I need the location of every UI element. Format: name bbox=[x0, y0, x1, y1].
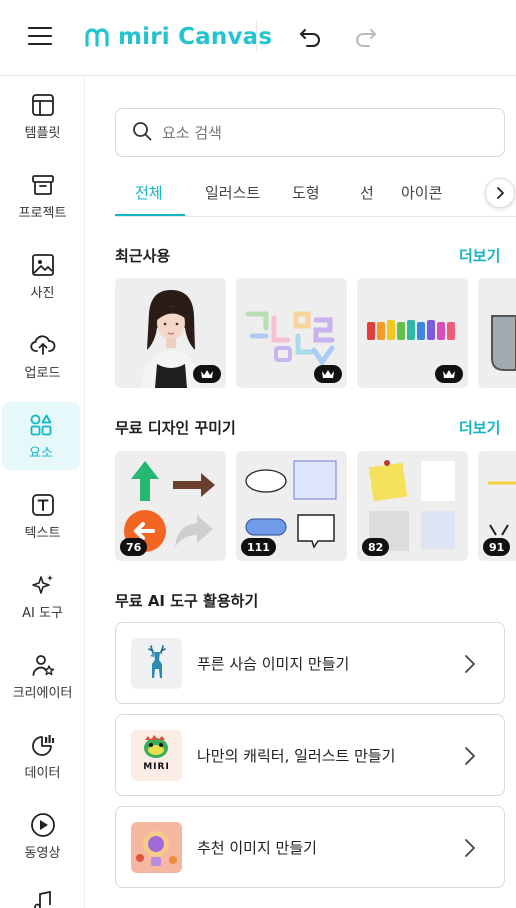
sidebar-item-label: 사진 bbox=[30, 285, 55, 301]
undo-icon[interactable] bbox=[297, 24, 325, 50]
free-design-item-partial[interactable]: 91 bbox=[478, 451, 516, 561]
hamburger-icon[interactable] bbox=[28, 27, 52, 47]
chart-icon bbox=[30, 732, 56, 758]
redo-icon[interactable] bbox=[351, 24, 379, 50]
crown-icon bbox=[443, 370, 455, 378]
cloud-upload-icon bbox=[29, 332, 56, 358]
ai-tool-recommended-image[interactable]: 추천 이미지 만들기 bbox=[115, 806, 505, 888]
sidebar-item-video[interactable]: 동영상 bbox=[0, 800, 85, 872]
logo-text: miri Canvas bbox=[118, 24, 273, 50]
ai-thumb-brand-text: MIRI bbox=[143, 762, 170, 772]
premium-crown-badge bbox=[314, 365, 342, 383]
ai-tool-character-illustration[interactable]: MIRI 나만의 캐릭터, 일러스트 만들기 bbox=[115, 714, 505, 796]
free-design-item-speech-bubbles[interactable]: 111 bbox=[236, 451, 347, 561]
more-link-recent[interactable]: 더보기 bbox=[459, 245, 500, 266]
ai-thumb-lightbulb bbox=[131, 822, 182, 873]
sidebar-item-label: 텍스트 bbox=[24, 525, 61, 541]
ai-tool-label: 추천 이미지 만들기 bbox=[197, 839, 317, 857]
logo[interactable]: miri Canvas bbox=[84, 22, 272, 52]
free-design-item-arrows[interactable]: 76 bbox=[115, 451, 226, 561]
sidebar-item-template[interactable]: 템플릿 bbox=[0, 80, 85, 152]
chevron-right-icon bbox=[497, 187, 504, 199]
tab-illustration[interactable]: 일러스트 bbox=[205, 182, 260, 203]
elements-panel: 전체 일러스트 도형 선 아이콘 최근사용 더보기 bbox=[85, 76, 516, 908]
sidebar-item-ai-tools[interactable]: AI 도구 bbox=[0, 560, 85, 632]
item-count-badge: 82 bbox=[362, 538, 390, 556]
logo-m-mark bbox=[85, 28, 109, 47]
sidebar-item-label: 동영상 bbox=[24, 845, 61, 861]
shapes-icon bbox=[28, 412, 54, 438]
crown-icon bbox=[201, 370, 213, 378]
sidebar-item-label: 요소 bbox=[29, 445, 53, 461]
recent-item-partial[interactable] bbox=[478, 278, 516, 388]
tab-underline bbox=[115, 214, 185, 216]
sidebar-item-data[interactable]: 데이터 bbox=[0, 720, 85, 792]
chevron-right-icon bbox=[465, 747, 475, 765]
creator-icon bbox=[30, 652, 56, 678]
play-icon bbox=[30, 812, 56, 838]
section-title-free-design: 무료 디자인 꾸미기 bbox=[115, 419, 236, 437]
sidebar-item-elements[interactable]: 요소 bbox=[2, 402, 80, 470]
more-link-free-design[interactable]: 더보기 bbox=[459, 417, 500, 438]
sidebar: 템플릿 프로젝트 사진 업로드 요소 텍스트 AI 도구 크리에이터 데이터 동… bbox=[0, 76, 85, 908]
ai-tool-label: 푸른 사슴 이미지 만들기 bbox=[197, 655, 350, 673]
item-count-badge: 91 bbox=[483, 538, 511, 556]
ai-thumb-deer bbox=[131, 638, 182, 689]
recent-item-colorful-lettering[interactable] bbox=[357, 278, 468, 388]
sidebar-item-creator[interactable]: 크리에이터 bbox=[0, 640, 85, 712]
tab-shape[interactable]: 도형 bbox=[292, 182, 320, 203]
sidebar-item-upload[interactable]: 업로드 bbox=[0, 320, 85, 392]
item-count-badge: 111 bbox=[241, 538, 276, 556]
recent-item-pastel-lettering[interactable] bbox=[236, 278, 347, 388]
sidebar-item-label: 템플릿 bbox=[24, 125, 61, 141]
ai-tool-label: 나만의 캐릭터, 일러스트 만들기 bbox=[197, 747, 396, 765]
image-icon bbox=[30, 252, 56, 278]
search-box[interactable] bbox=[115, 108, 505, 157]
tab-all[interactable]: 전체 bbox=[135, 182, 163, 203]
sparkle-icon bbox=[30, 572, 56, 598]
chevron-right-icon bbox=[465, 839, 475, 857]
premium-crown-badge bbox=[435, 365, 463, 383]
free-design-item-memo-notes[interactable]: 82 bbox=[357, 451, 468, 561]
app-header: miri Canvas bbox=[0, 0, 516, 76]
section-title-ai-tools: 무료 AI 도구 활용하기 bbox=[115, 592, 259, 610]
header-divider bbox=[256, 20, 257, 52]
tabs-next-button[interactable] bbox=[485, 178, 515, 208]
ai-tool-blue-deer[interactable]: 푸른 사슴 이미지 만들기 bbox=[115, 622, 505, 704]
sidebar-item-label: 업로드 bbox=[24, 365, 61, 381]
item-count-badge: 76 bbox=[120, 538, 148, 556]
music-icon bbox=[30, 888, 56, 908]
text-t-icon bbox=[30, 492, 56, 518]
sidebar-item-music[interactable] bbox=[0, 876, 85, 908]
tab-icon[interactable]: 아이콘 bbox=[401, 182, 442, 203]
ai-thumb-character: MIRI bbox=[131, 730, 182, 781]
recent-item-girl-portrait[interactable] bbox=[115, 278, 226, 388]
sidebar-item-text[interactable]: 텍스트 bbox=[0, 480, 85, 552]
premium-crown-badge bbox=[193, 365, 221, 383]
chevron-right-icon bbox=[465, 655, 475, 673]
sidebar-item-photo[interactable]: 사진 bbox=[0, 240, 85, 312]
template-icon bbox=[30, 92, 56, 118]
sidebar-item-label: 데이터 bbox=[24, 765, 61, 781]
search-icon bbox=[132, 121, 152, 145]
sidebar-item-label: AI 도구 bbox=[22, 605, 63, 621]
sidebar-item-project[interactable]: 프로젝트 bbox=[0, 160, 85, 232]
search-input[interactable] bbox=[162, 123, 482, 142]
sidebar-item-label: 프로젝트 bbox=[18, 205, 67, 221]
archive-icon bbox=[30, 172, 56, 198]
crown-icon bbox=[322, 370, 334, 378]
section-title-recent: 최근사용 bbox=[115, 247, 171, 265]
sidebar-item-label: 크리에이터 bbox=[12, 685, 73, 701]
tab-line[interactable]: 선 bbox=[360, 182, 374, 203]
category-tabs: 전체 일러스트 도형 선 아이콘 bbox=[115, 176, 516, 217]
